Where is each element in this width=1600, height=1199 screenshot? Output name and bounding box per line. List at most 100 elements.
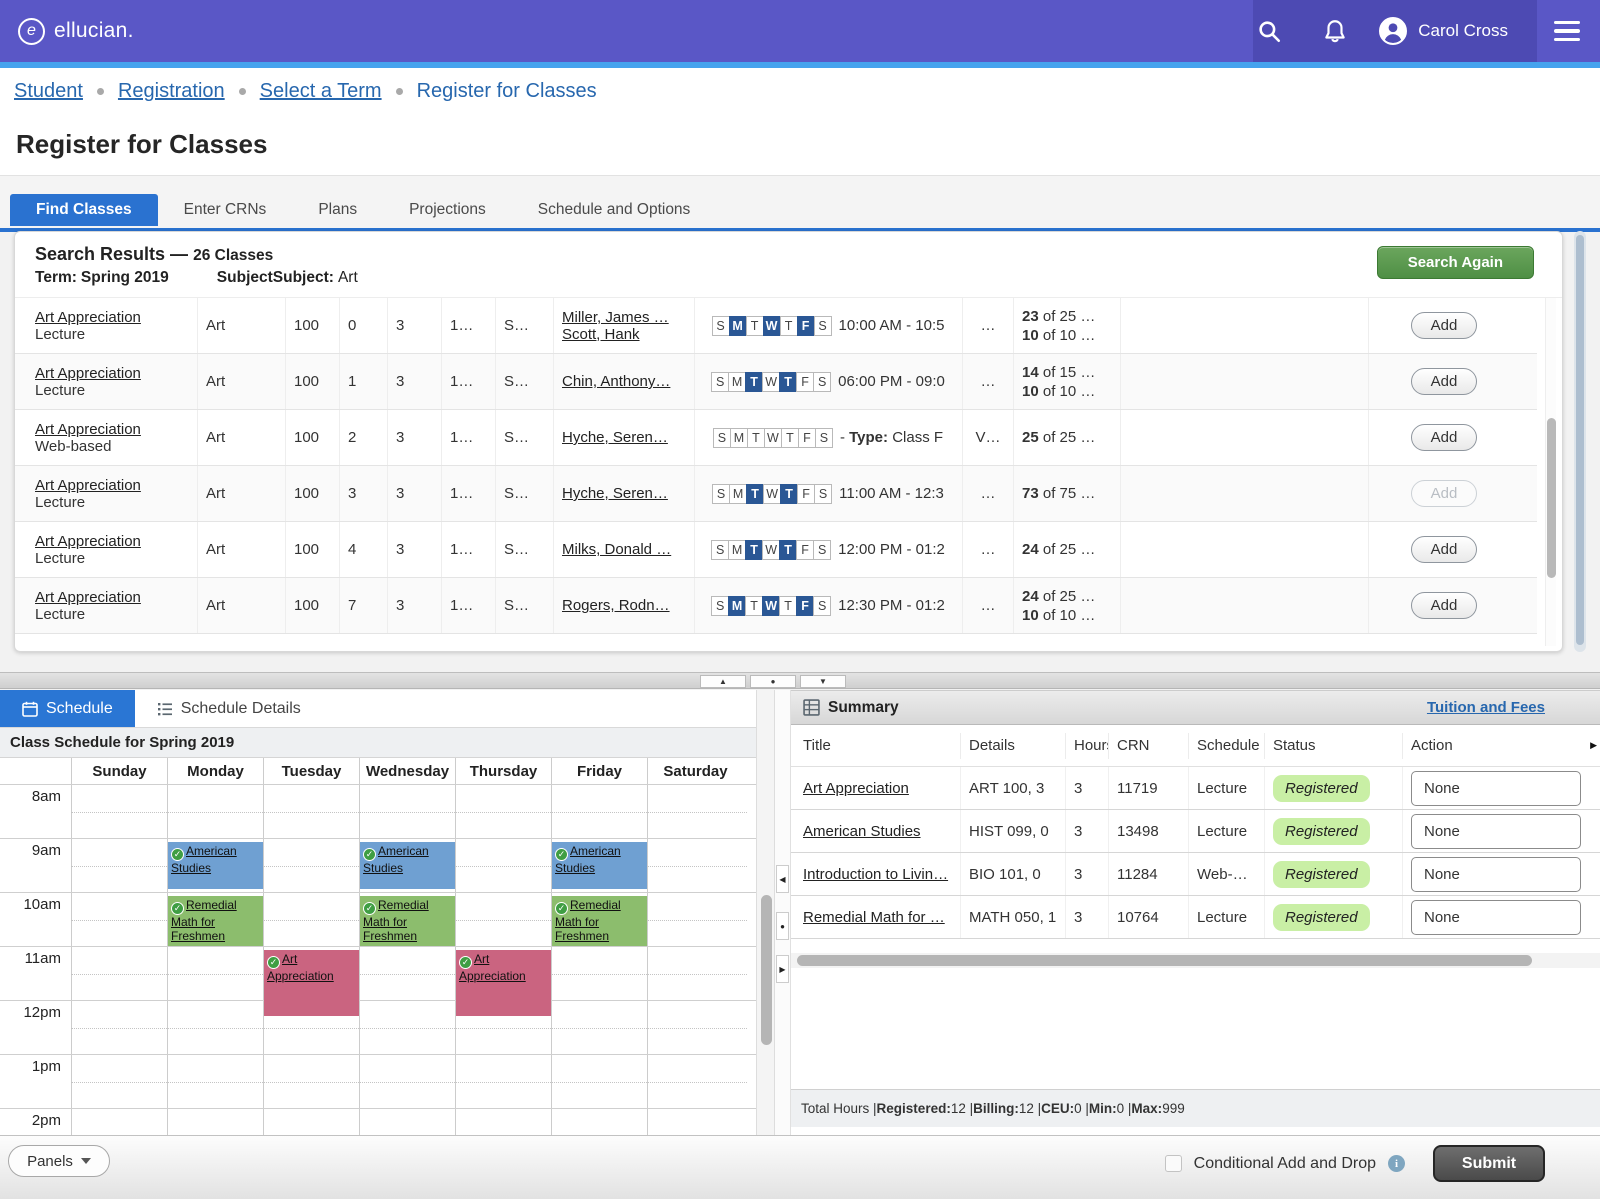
- instructor-link[interactable]: Rogers, Rodn…: [562, 597, 686, 614]
- summary-course-link[interactable]: Remedial Math for …: [803, 909, 945, 926]
- splitter-reset-button[interactable]: ●: [750, 675, 796, 688]
- add-button[interactable]: Add: [1411, 592, 1478, 619]
- calendar-event-american-studies[interactable]: ✓American Studies: [360, 842, 455, 889]
- panel-splitter-horizontal[interactable]: ▲ ● ▼: [0, 672, 1600, 689]
- day-pill: T: [746, 316, 764, 336]
- search-again-button[interactable]: Search Again: [1377, 246, 1534, 279]
- add-button[interactable]: Add: [1411, 480, 1478, 507]
- table-row: Art AppreciationWeb-based Art 100 2 3 1……: [15, 410, 1537, 466]
- day-pill: S: [712, 316, 730, 336]
- day-pill: S: [711, 540, 729, 560]
- day-header: Tuesday: [263, 758, 359, 784]
- submit-button[interactable]: Submit: [1433, 1145, 1545, 1182]
- page-scrollbar[interactable]: [1574, 231, 1586, 652]
- tuition-fees-link[interactable]: Tuition and Fees: [1427, 699, 1545, 716]
- tab-find-classes[interactable]: Find Classes: [10, 194, 158, 226]
- calendar-event-american-studies[interactable]: ✓American Studies: [552, 842, 647, 889]
- summary-course-link[interactable]: Introduction to Livin…: [803, 866, 948, 883]
- course-title-link[interactable]: Art Appreciation: [35, 309, 189, 326]
- calendar-event-remedial-math[interactable]: ✓Remedial Math for Freshmen: [552, 896, 647, 946]
- calendar-event-american-studies[interactable]: ✓American Studies: [168, 842, 263, 889]
- add-button[interactable]: Add: [1411, 368, 1478, 395]
- splitter-expand-left-button[interactable]: ◀: [776, 865, 789, 893]
- day-pill: F: [797, 316, 815, 336]
- schedule-heading: Class Schedule for Spring 2019: [0, 728, 757, 758]
- instructor-link[interactable]: Hyche, Seren…: [562, 429, 686, 446]
- summary-horizontal-scrollbar[interactable]: [791, 953, 1600, 968]
- action-select[interactable]: None: [1411, 814, 1581, 849]
- calendar-event-art-appreciation[interactable]: ✓Art Appreciation: [456, 950, 551, 1016]
- breadcrumb-registration[interactable]: Registration: [118, 80, 225, 103]
- splitter-expand-down-button[interactable]: ▼: [800, 675, 846, 688]
- tab-schedule-details[interactable]: Schedule Details: [135, 690, 323, 727]
- tab-projections[interactable]: Projections: [383, 194, 512, 226]
- time-label: 11am: [0, 947, 71, 1000]
- calendar-event-remedial-math[interactable]: ✓Remedial Math for Freshmen: [360, 896, 455, 946]
- instructor-link[interactable]: Miller, James …: [562, 309, 686, 326]
- tab-schedule[interactable]: Schedule: [0, 690, 135, 727]
- user-name: Carol Cross: [1418, 21, 1508, 41]
- summary-scrollbar-thumb[interactable]: [797, 955, 1532, 966]
- tab-plans[interactable]: Plans: [292, 194, 383, 226]
- registered-check-icon: ✓: [363, 902, 376, 915]
- results-scrollbar-thumb[interactable]: [1547, 418, 1556, 578]
- menu-hamburger-icon[interactable]: [1534, 0, 1600, 62]
- add-button[interactable]: Add: [1411, 312, 1478, 339]
- instructor-link[interactable]: Hyche, Seren…: [562, 485, 686, 502]
- schedule-scrollbar[interactable]: [756, 690, 775, 1135]
- user-menu[interactable]: Carol Cross: [1368, 0, 1534, 62]
- add-button[interactable]: Add: [1411, 424, 1478, 451]
- summary-course-link[interactable]: American Studies: [803, 823, 921, 840]
- breadcrumb-student[interactable]: Student: [14, 80, 83, 103]
- day-pill: T: [780, 316, 798, 336]
- action-select[interactable]: None: [1411, 857, 1581, 892]
- brand[interactable]: e ellucian.: [18, 0, 134, 62]
- summary-course-link[interactable]: Art Appreciation: [803, 780, 909, 797]
- day-pill: M: [728, 596, 746, 616]
- schedule-panel: Schedule Schedule Details Class Schedule…: [0, 690, 757, 1135]
- panels-button[interactable]: Panels: [8, 1145, 110, 1177]
- course-title-link[interactable]: Art Appreciation: [35, 533, 189, 550]
- total-hours-bar: Total Hours | Registered: 12 | Billing: …: [791, 1089, 1600, 1127]
- info-icon[interactable]: i: [1388, 1155, 1405, 1172]
- schedule-scrollbar-thumb[interactable]: [761, 895, 772, 1045]
- course-title-link[interactable]: Art Appreciation: [35, 589, 189, 606]
- breadcrumb-select-term[interactable]: Select a Term: [260, 80, 382, 103]
- course-title-link[interactable]: Art Appreciation: [35, 421, 189, 438]
- search-icon[interactable]: [1236, 0, 1302, 62]
- avatar-icon: [1378, 16, 1408, 46]
- results-scrollbar[interactable]: [1545, 298, 1556, 646]
- instructor-link[interactable]: Scott, Hank: [562, 326, 686, 343]
- meeting-days: SMTWTFS: [713, 316, 832, 336]
- conditional-add-drop-checkbox[interactable]: [1165, 1155, 1182, 1172]
- breadcrumb-separator: [239, 88, 246, 95]
- splitter-expand-up-button[interactable]: ▲: [700, 675, 746, 688]
- time-label: 12pm: [0, 1001, 71, 1054]
- meeting-time: - Type: Class F: [840, 429, 943, 446]
- table-row: Art AppreciationLecture Art 100 3 3 1… S…: [15, 466, 1537, 522]
- calendar-event-art-appreciation[interactable]: ✓Art Appreciation: [264, 950, 359, 1016]
- day-header: Saturday: [647, 758, 743, 784]
- add-button[interactable]: Add: [1411, 536, 1478, 563]
- notifications-bell-icon[interactable]: [1302, 0, 1368, 62]
- day-header: Thursday: [455, 758, 551, 784]
- header-expand-arrow[interactable]: ▶: [1590, 740, 1597, 751]
- panel-splitter-vertical[interactable]: ◀ ● ▶: [775, 690, 791, 1135]
- instructor-link[interactable]: Milks, Donald …: [562, 541, 686, 558]
- page-scrollbar-thumb[interactable]: [1576, 235, 1584, 645]
- calendar-event-remedial-math[interactable]: ✓Remedial Math for Freshmen: [168, 896, 263, 946]
- tab-schedule-options[interactable]: Schedule and Options: [512, 194, 717, 226]
- day-pill: F: [796, 540, 814, 560]
- instructor-link[interactable]: Chin, Anthony…: [562, 373, 686, 390]
- tab-enter-crns[interactable]: Enter CRNs: [158, 194, 293, 226]
- action-select[interactable]: None: [1411, 900, 1581, 935]
- top-nav: e ellucian. Carol Cross: [0, 0, 1600, 62]
- splitter-expand-right-button[interactable]: ▶: [776, 955, 789, 983]
- action-select[interactable]: None: [1411, 771, 1581, 806]
- subject-label: SubjectSubject:: [217, 269, 334, 286]
- course-title-link[interactable]: Art Appreciation: [35, 365, 189, 382]
- splitter-reset-button[interactable]: ●: [776, 912, 789, 940]
- calendar-hour-row: 2pm: [0, 1108, 757, 1135]
- registered-check-icon: ✓: [171, 902, 184, 915]
- course-title-link[interactable]: Art Appreciation: [35, 477, 189, 494]
